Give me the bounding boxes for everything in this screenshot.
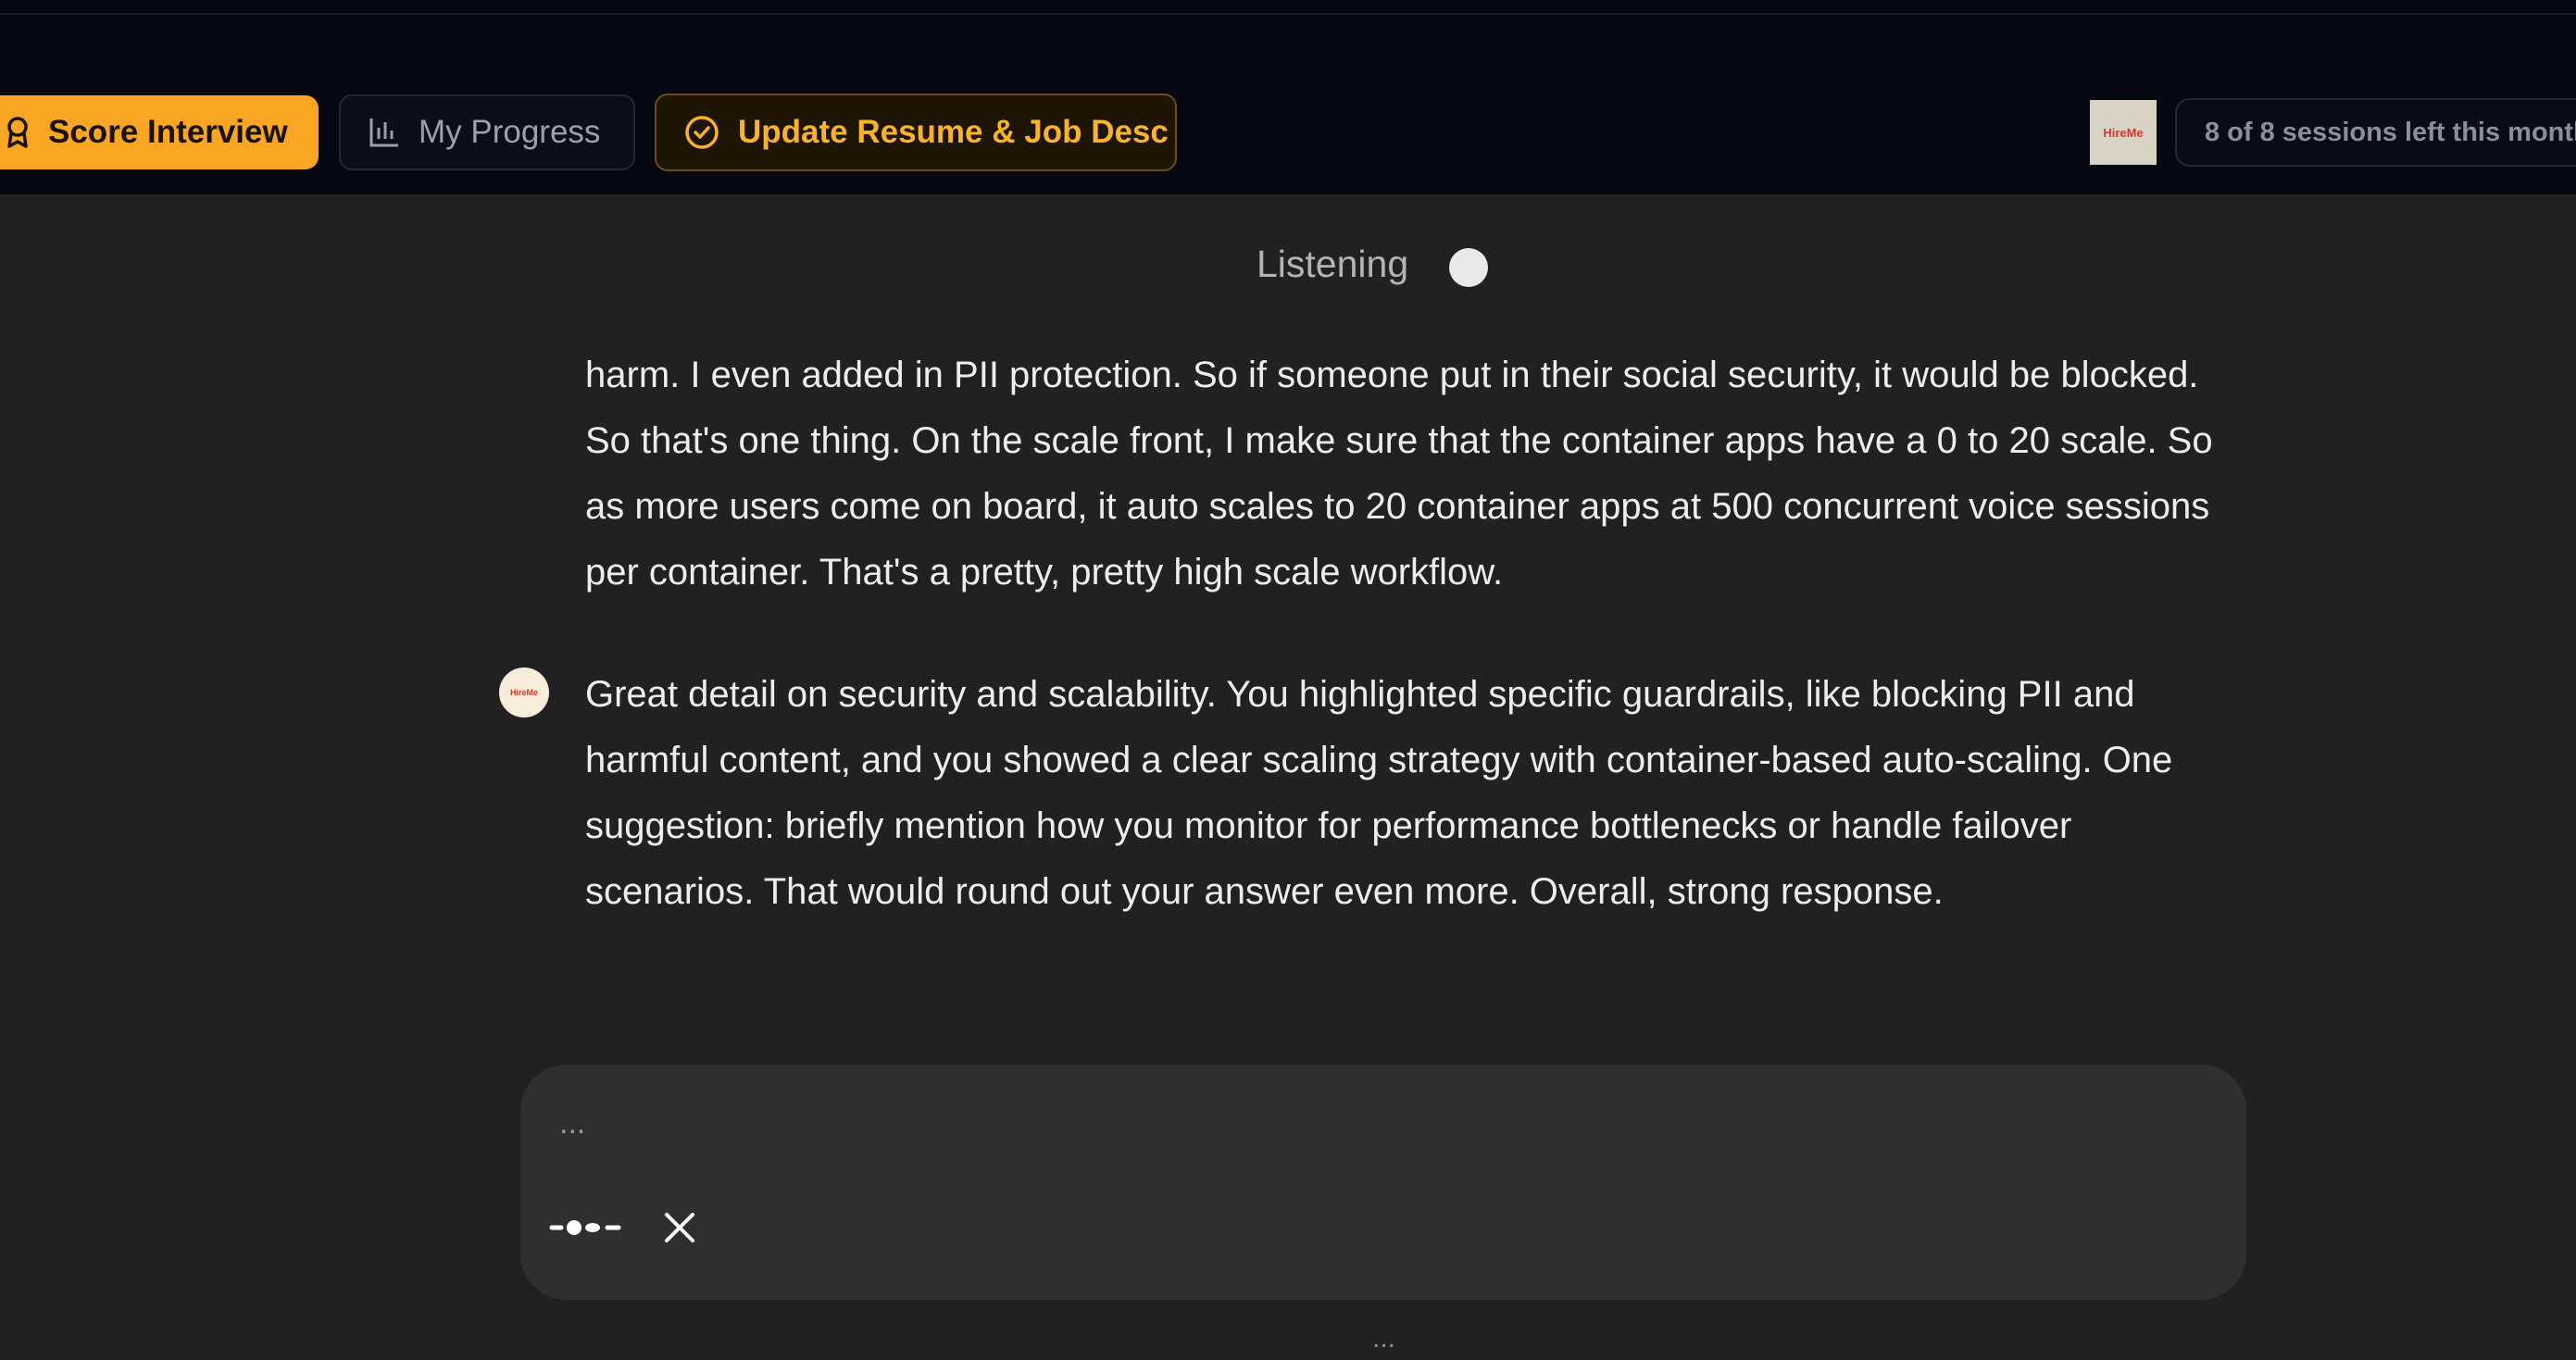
my-progress-label: My Progress <box>419 114 601 150</box>
bar-chart-icon <box>369 117 400 148</box>
voice-composer[interactable]: ... <box>520 1065 2246 1300</box>
listening-indicator <box>1449 248 1488 287</box>
bottom-ellipsis: ... <box>1372 1323 1396 1354</box>
score-interview-label: Score Interview <box>48 114 288 150</box>
update-resume-label: Update Resume & Job Desc <box>738 114 1169 150</box>
listening-status: Listening <box>1257 243 1409 285</box>
hireme-logo: HireMe <box>2090 100 2157 165</box>
avatar-logo-text: HireMe <box>509 688 538 697</box>
voice-wave-icon[interactable] <box>546 1211 626 1244</box>
my-progress-button[interactable]: My Progress <box>339 94 635 170</box>
award-icon <box>6 116 30 149</box>
composer-placeholder: ... <box>559 1105 586 1141</box>
assistant-message: Great detail on security and scalability… <box>585 674 2173 912</box>
update-resume-button[interactable]: Update Resume & Job Desc <box>655 94 1177 171</box>
assistant-avatar: HireMe <box>499 668 549 717</box>
close-icon[interactable] <box>661 1209 698 1246</box>
check-circle-icon <box>684 115 719 150</box>
top-toolbar: Score Interview My Progress Update Resum… <box>0 0 2576 194</box>
toolbar-divider <box>0 13 2576 15</box>
score-interview-button[interactable]: Score Interview <box>0 95 319 169</box>
sessions-remaining-badge: 8 of 8 sessions left this month <box>2175 98 2576 167</box>
sessions-remaining-label: 8 of 8 sessions left this month <box>2205 117 2576 147</box>
user-message: harm. I even added in PII protection. So… <box>585 355 2213 593</box>
logo-text: HireMe <box>2103 125 2144 140</box>
